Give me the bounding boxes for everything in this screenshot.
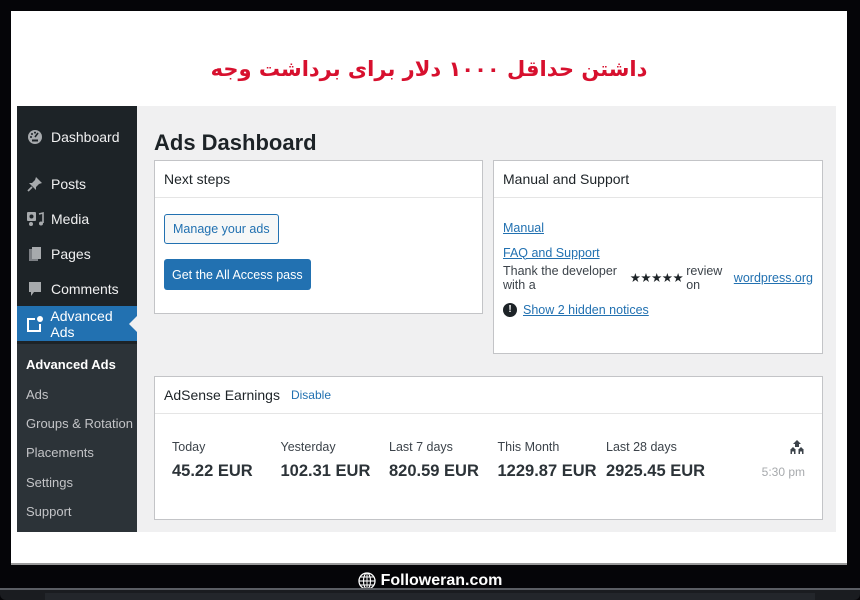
- sidebar-item-label: Pages: [51, 245, 91, 262]
- sidebar-item-label: Comments: [51, 280, 119, 297]
- manual-line: Manual: [503, 215, 813, 240]
- dashboard-icon: [25, 127, 45, 147]
- card-title: Manual and Support: [503, 171, 630, 187]
- all-access-pass-button[interactable]: Get the All Access pass: [164, 259, 311, 290]
- hidden-notices-line: ! Show 2 hidden notices: [503, 297, 813, 322]
- manage-ads-button[interactable]: Manage your ads: [164, 214, 279, 244]
- headline-banner: داشتن حداقل ۱۰۰۰ دلار برای برداشت وجه: [210, 57, 648, 81]
- submenu-item-settings[interactable]: Settings: [17, 468, 137, 497]
- card-title: Next steps: [164, 171, 231, 187]
- earning-last-7-days: Last 7 days 820.59 EUR: [389, 440, 498, 481]
- earning-label: Last 7 days: [389, 440, 453, 454]
- card-title: AdSense Earnings: [164, 387, 280, 403]
- earning-label: Yesterday: [280, 440, 336, 454]
- wordpress-admin: Dashboard Posts Media Pages Comments Adv…: [17, 106, 836, 532]
- earning-value: 820.59 EUR: [389, 462, 479, 480]
- screen: داشتن حداقل ۱۰۰۰ دلار برای برداشت وجه Da…: [11, 11, 847, 565]
- earning-last-28-days: Last 28 days 2925.45 EUR: [606, 440, 715, 481]
- earning-yesterday: Yesterday 102.31 EUR: [281, 440, 390, 481]
- earning-label: Last 28 days: [606, 440, 677, 454]
- pages-icon: [25, 244, 45, 264]
- manual-support-body: Manual FAQ and Support Thank the develop…: [503, 215, 813, 322]
- pin-icon: [25, 174, 45, 194]
- sidebar-item-dashboard[interactable]: Dashboard: [17, 119, 137, 154]
- comment-icon: [25, 279, 45, 299]
- review-prefix: Thank the developer with a: [503, 263, 617, 292]
- review-line: Thank the developer with a ★★★★★ review …: [503, 263, 813, 292]
- earning-this-month: This Month 1229.87 EUR: [498, 440, 607, 481]
- faq-line: FAQ and Support: [503, 240, 813, 265]
- sidebar-item-pages[interactable]: Pages: [17, 236, 137, 271]
- faq-support-link[interactable]: FAQ and Support: [503, 246, 600, 260]
- page-title: Ads Dashboard: [154, 130, 317, 155]
- sidebar-item-media[interactable]: Media: [17, 201, 137, 236]
- earning-label: Today: [172, 440, 206, 454]
- sidebar-item-label: Media: [51, 210, 90, 227]
- adsense-header: AdSense Earnings Disable: [155, 377, 822, 414]
- sidebar-item-label: Posts: [51, 175, 87, 192]
- manual-support-card: Manual and Support Manual FAQ and Suppor…: [493, 160, 823, 354]
- network-icon[interactable]: [789, 439, 805, 455]
- wordpress-org-link[interactable]: wordpress.org: [734, 271, 813, 285]
- next-steps-card: Next steps Manage your ads Get the All A…: [154, 160, 483, 314]
- sidebar-item-label: Dashboard: [51, 128, 120, 145]
- sidebar-item-advanced-ads[interactable]: Advanced Ads: [17, 306, 137, 341]
- earning-today: Today 45.22 EUR: [172, 440, 281, 481]
- earning-value: 45.22 EUR: [172, 462, 253, 480]
- earnings-meta: 5:30 pm: [762, 439, 805, 479]
- main-content: Ads Dashboard Next steps Manage your ads…: [137, 106, 836, 532]
- disable-link[interactable]: Disable: [291, 388, 331, 402]
- adsense-earnings-card: AdSense Earnings Disable Today 45.22 EUR…: [154, 376, 823, 520]
- admin-sidebar: Dashboard Posts Media Pages Comments Adv…: [17, 106, 137, 532]
- next-steps-header: Next steps: [155, 161, 482, 198]
- submenu-item-groups-rotation[interactable]: Groups & Rotation: [17, 409, 137, 438]
- device-frame: داشتن حداقل ۱۰۰۰ دلار برای برداشت وجه Da…: [0, 0, 860, 600]
- last-updated-time: 5:30 pm: [761, 465, 805, 479]
- five-stars-icon: ★★★★★: [629, 271, 684, 285]
- earning-value: 1229.87 EUR: [497, 462, 597, 480]
- device-bottom-edge: [0, 588, 860, 600]
- earning-value: 102.31 EUR: [280, 462, 371, 480]
- media-icon: [25, 209, 45, 229]
- exclamation-icon: !: [503, 302, 517, 317]
- manual-support-header: Manual and Support: [494, 161, 822, 198]
- sidebar-item-posts[interactable]: Posts: [17, 166, 137, 201]
- advanced-ads-submenu: Advanced Ads Ads Groups & Rotation Place…: [17, 344, 137, 532]
- sidebar-item-label: Advanced Ads: [50, 307, 113, 340]
- earnings-row: Today 45.22 EUR Yesterday 102.31 EUR Las…: [172, 440, 806, 481]
- show-hidden-notices-link[interactable]: Show 2 hidden notices: [523, 303, 649, 317]
- submenu-item-ads[interactable]: Ads: [17, 379, 137, 408]
- manual-link[interactable]: Manual: [503, 221, 544, 235]
- submenu-item-support[interactable]: Support: [17, 497, 137, 526]
- sidebar-item-comments[interactable]: Comments: [17, 271, 137, 306]
- submenu-item-placements[interactable]: Placements: [17, 438, 137, 467]
- advanced-ads-icon: [25, 314, 44, 334]
- earning-value: 2925.45 EUR: [606, 462, 706, 480]
- submenu-item-advanced-ads[interactable]: Advanced Ads: [17, 350, 137, 379]
- review-suffix: review on: [686, 263, 723, 292]
- earning-label: This Month: [497, 440, 560, 454]
